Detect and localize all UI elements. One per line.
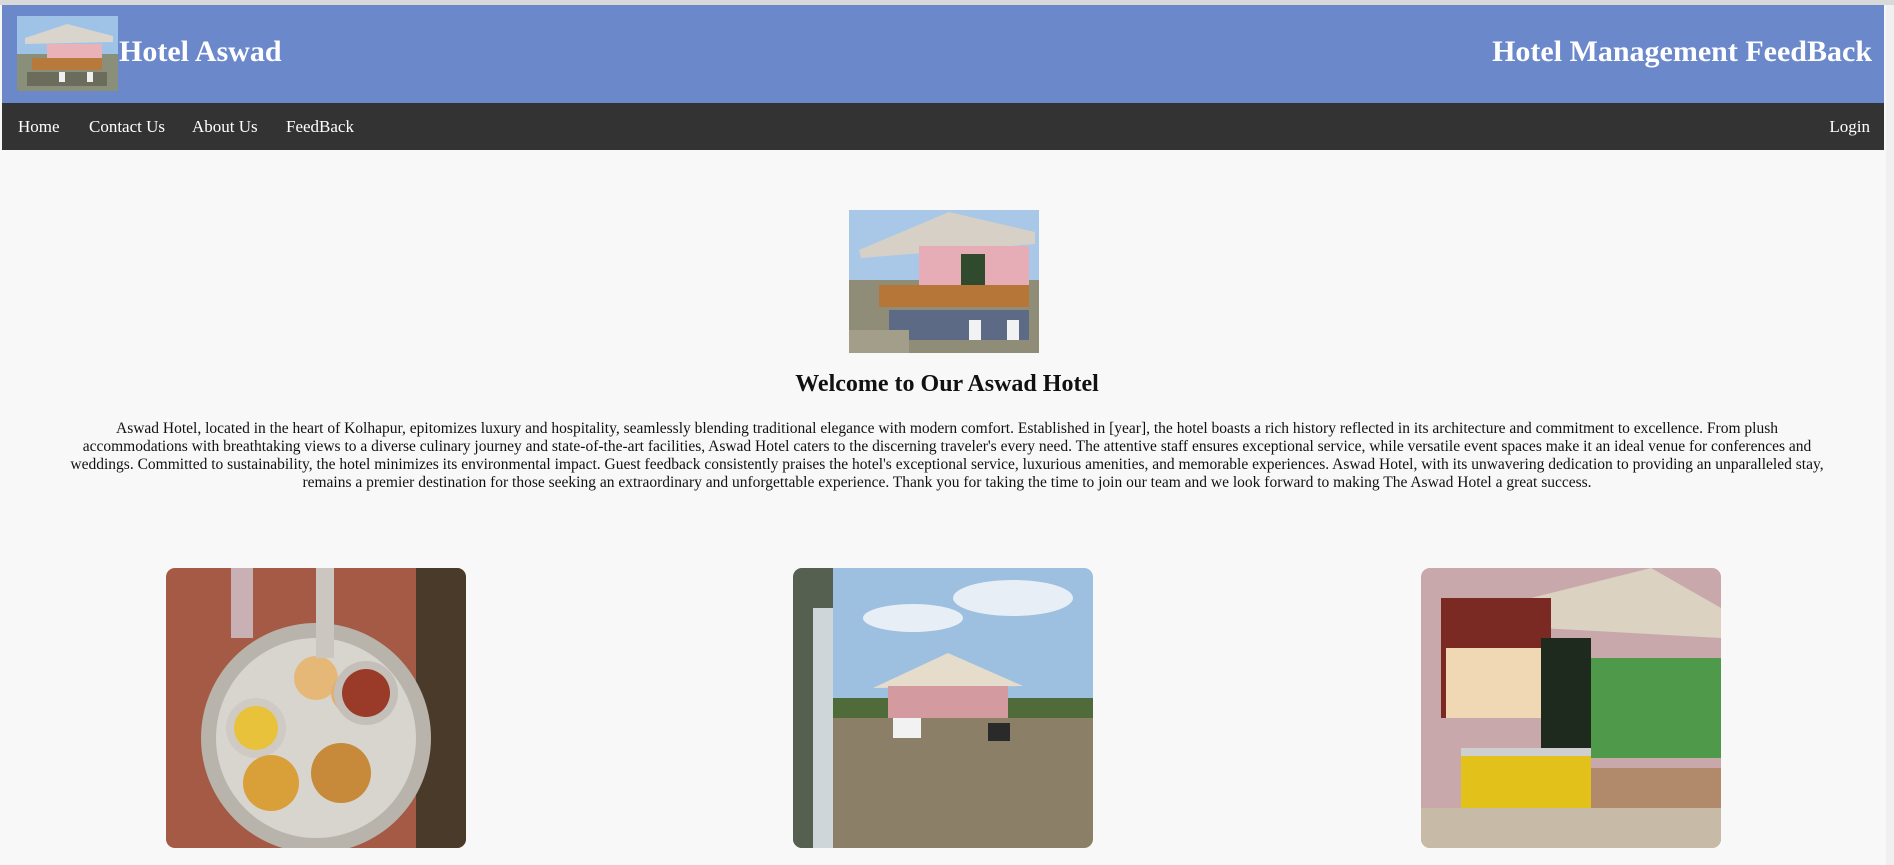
food-thali-photo-icon [166, 568, 466, 848]
hotel-exterior-photo-icon [793, 568, 1093, 848]
hotel-counter-photo-icon [1421, 568, 1721, 848]
nav-contact-link[interactable]: Contact Us [89, 117, 165, 137]
page-scrollbar[interactable] [1886, 5, 1894, 865]
brand-title: Hotel Aswad [119, 35, 282, 68]
site-header: Hotel Aswad Hotel Management FeedBack [2, 5, 1884, 103]
nav-login-link[interactable]: Login [1829, 117, 1870, 137]
nav-about-link[interactable]: About Us [192, 117, 258, 137]
page-heading: Hotel Management FeedBack [1492, 35, 1872, 68]
about-paragraph: Aswad Hotel, located in the heart of Kol… [70, 420, 1824, 491]
nav-home-link[interactable]: Home [18, 117, 60, 137]
nav-feedback-link[interactable]: FeedBack [286, 117, 354, 137]
main-navbar: Home Contact Us About Us FeedBack Login [2, 103, 1884, 150]
hotel-hero-photo-icon [849, 210, 1039, 353]
hotel-photo-icon[interactable] [17, 16, 118, 91]
welcome-title: Welcome to Our Aswad Hotel [795, 371, 1099, 397]
